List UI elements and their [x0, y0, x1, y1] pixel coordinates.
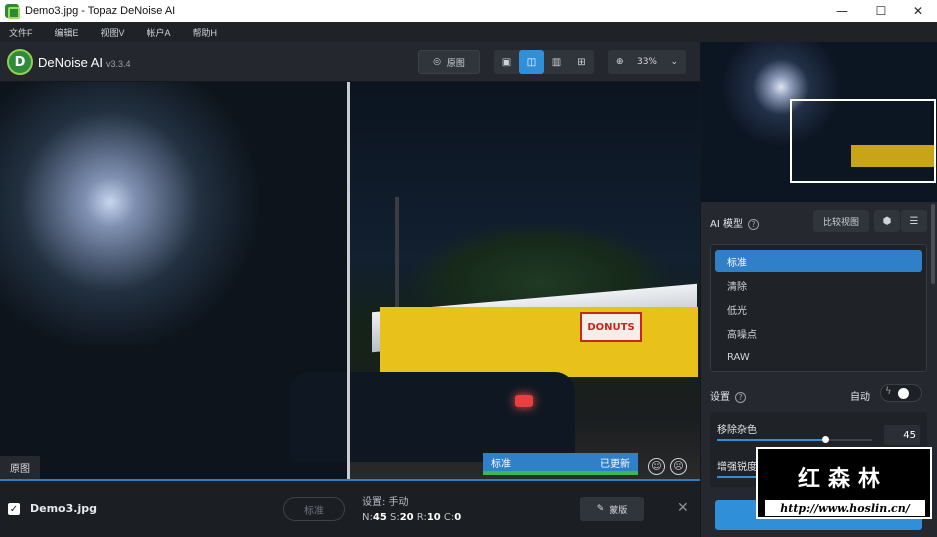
sidebar-scrollbar[interactable]	[931, 204, 935, 284]
help-icon[interactable]: ?	[747, 219, 759, 230]
model-item-raw[interactable]: RAW	[715, 346, 922, 368]
brush-icon: ✎	[596, 504, 605, 514]
maximize-button[interactable]: ☐	[862, 0, 900, 22]
menu-edit[interactable]: 编辑E	[55, 26, 79, 39]
c-label: C:	[443, 512, 455, 523]
compare-view-button[interactable]: 比较视图	[813, 210, 869, 232]
settings-summary: 设置: 手动 N:45 S:20 R:10 C:0	[362, 495, 461, 525]
original-label: 原图	[0, 456, 40, 479]
original-toggle-label: 原图	[446, 58, 465, 69]
menu-view[interactable]: 视图V	[101, 26, 125, 39]
processing-status-bar: 标准 已更新	[483, 453, 638, 475]
model-pill[interactable]: 标准	[283, 497, 345, 521]
watermark-title: 红森林	[798, 467, 889, 492]
smile-feedback-icon[interactable]: ☺	[648, 458, 665, 475]
remove-noise-handle[interactable]	[822, 436, 829, 443]
app-brand: DeNoise AI v3.3.4	[38, 55, 131, 70]
chevron-down-icon: ⌄	[670, 57, 678, 67]
file-checkbox[interactable]: ✓	[8, 503, 20, 515]
settings-mode: 设置: 手动	[362, 497, 409, 508]
remove-noise-label: 移除杂色	[717, 425, 757, 436]
side-by-side-view-icon[interactable]: ▥	[544, 50, 569, 74]
model-item-standard[interactable]: 标准	[715, 250, 922, 272]
title-bar: Demo3.jpg - Topaz DeNoise AI — ☐ ✕	[0, 0, 937, 22]
original-toggle-button[interactable]: ◎ 原图	[418, 50, 480, 74]
sharpen-label: 增强锐度	[717, 462, 757, 473]
minimize-button[interactable]: —	[823, 0, 861, 22]
window-title: Demo3.jpg - Topaz DeNoise AI	[25, 5, 176, 17]
help-icon[interactable]: ?	[735, 392, 746, 403]
shield-icon[interactable]: ⬢	[874, 210, 900, 232]
watermark-url: http://www.hoslin.cn/	[765, 500, 925, 516]
toolbar: D DeNoise AI v3.3.4	[0, 42, 700, 82]
remove-noise-value[interactable]: 45	[884, 425, 920, 445]
zoom-control[interactable]: ⊕ 33% ⌄	[608, 50, 686, 74]
file-strip: ✓ Demo3.jpg 标准 设置: 手动 N:45 S:20 R:10 C:0…	[0, 479, 700, 537]
model-item-low-light[interactable]: 低光	[715, 298, 922, 320]
n-label: N:	[362, 512, 373, 523]
settings-header: 设置?	[710, 388, 746, 403]
r-label: R:	[416, 512, 427, 523]
split-view-icon[interactable]: ◫	[519, 50, 544, 74]
settings-values: N:45 S:20 R:10 C:0	[362, 510, 461, 525]
tail-light	[515, 395, 533, 407]
app-name: DeNoise AI	[38, 55, 104, 70]
preview-stage[interactable]: DONUTS	[0, 82, 700, 479]
mask-button[interactable]: ✎ 蒙版	[580, 497, 644, 521]
menu-file[interactable]: 文件F	[9, 26, 33, 39]
navigator-viewport[interactable]	[790, 99, 936, 183]
auto-label: 自动	[850, 392, 870, 403]
status-state: 已更新	[600, 458, 630, 470]
model-item-severe-noise[interactable]: 高噪点	[715, 322, 922, 344]
menu-bar: 文件F 编辑E 视图V 帐户A 帮助H	[0, 22, 937, 42]
file-name: Demo3.jpg	[30, 502, 97, 515]
close-button[interactable]: ✕	[899, 0, 937, 22]
view-mode-group: ▣ ◫ ▥ ⊞	[494, 50, 594, 74]
donut-shop-building	[380, 307, 698, 377]
lightning-icon: ϟ	[885, 386, 892, 397]
ai-model-header: AI 模型?	[710, 215, 759, 230]
neutral-feedback-icon[interactable]: ☹	[670, 458, 687, 475]
zoom-icon: ⊕	[616, 57, 624, 67]
split-divider-handle[interactable]	[347, 82, 350, 479]
mask-label: 蒙版	[609, 505, 628, 516]
auto-toggle[interactable]: ϟ	[880, 384, 922, 402]
settings-title: 设置	[710, 392, 730, 403]
app-version: v3.3.4	[106, 59, 131, 69]
status-model: 标准	[491, 458, 511, 470]
ai-model-title: AI 模型	[710, 219, 743, 230]
n-value: 45	[372, 512, 387, 523]
eye-off-icon: ◎	[433, 57, 441, 67]
model-list: 标准 清除 低光 高噪点 RAW	[710, 244, 927, 372]
remove-noise-fill	[717, 439, 825, 441]
toggle-knob	[898, 388, 909, 399]
menu-account[interactable]: 帐户A	[147, 26, 171, 39]
donut-shop-sign: DONUTS	[580, 312, 642, 342]
menu-help[interactable]: 帮助H	[193, 26, 218, 39]
s-value: 20	[399, 512, 414, 523]
app-icon	[5, 4, 20, 19]
r-value: 10	[426, 512, 441, 523]
s-label: S:	[389, 512, 400, 523]
remove-file-icon[interactable]: ✕	[677, 500, 689, 516]
watermark: 红森林 http://www.hoslin.cn/	[756, 447, 932, 519]
zoom-level: 33%	[636, 57, 657, 67]
truck-silhouette	[290, 372, 575, 462]
denoise-logo: D	[7, 49, 33, 75]
single-view-icon[interactable]: ▣	[494, 50, 519, 74]
model-item-clear[interactable]: 清除	[715, 274, 922, 296]
list-icon[interactable]: ☰	[901, 210, 927, 232]
grid-view-icon[interactable]: ⊞	[569, 50, 594, 74]
c-value: 0	[454, 512, 462, 523]
